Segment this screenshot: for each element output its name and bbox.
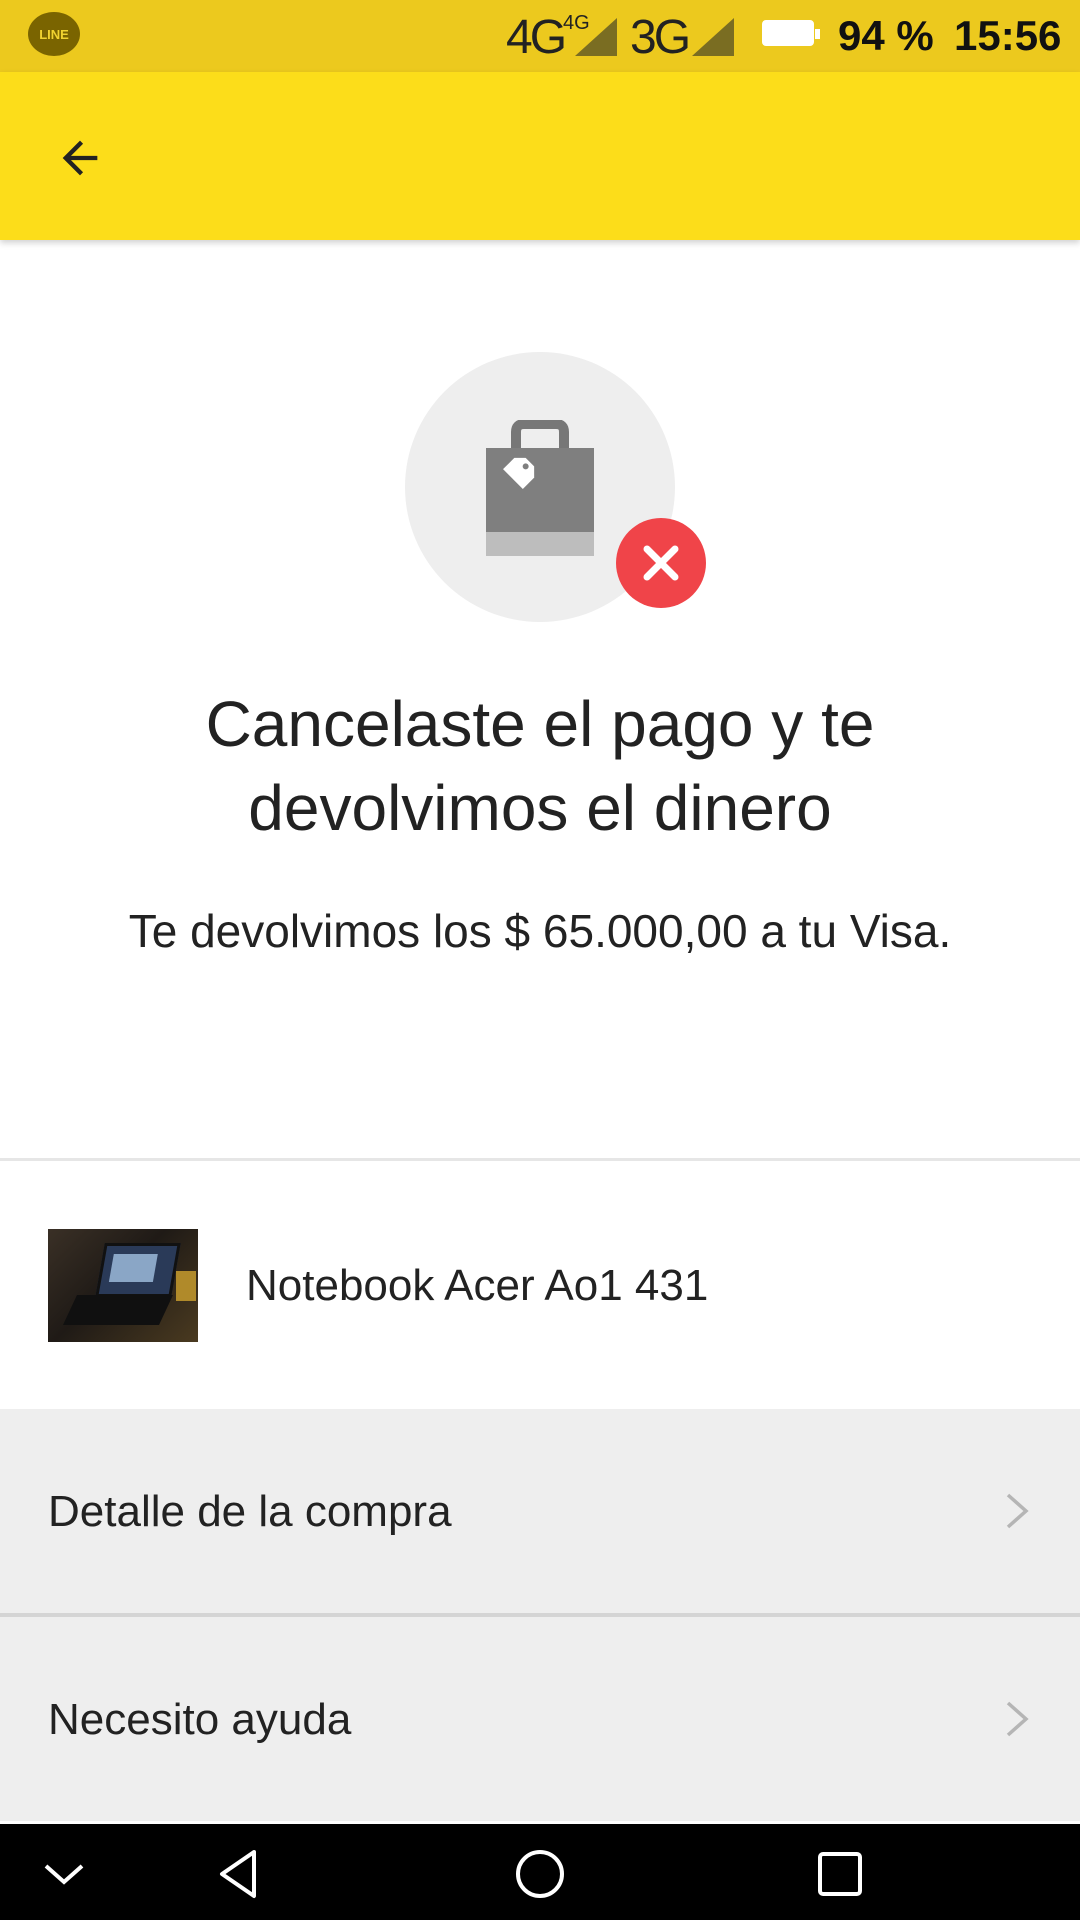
help-label: Necesito ayuda <box>48 1695 352 1744</box>
battery-icon <box>762 20 820 46</box>
network-3g-label: 3G <box>630 11 691 64</box>
system-nav-bar <box>0 1824 1080 1920</box>
clock: 15:56 <box>954 12 1062 59</box>
arrow-back-icon <box>62 140 98 176</box>
purchase-detail-button[interactable]: Detalle de la compra <box>0 1409 1080 1613</box>
page-title: Cancelaste el pago y te devolvimos el di… <box>205 688 875 844</box>
line-icon-label: LINE <box>39 26 69 42</box>
laptop-photo <box>48 1229 198 1342</box>
hide-keyboard-icon[interactable] <box>32 1842 96 1906</box>
purchase-detail-label: Detalle de la compra <box>48 1487 452 1536</box>
battery-percent: 94 % <box>838 12 934 59</box>
chevron-right-icon <box>1006 1701 1029 1737</box>
refund-message: Te devolvimos los $ 65.000,00 a tu Visa. <box>128 905 952 957</box>
status-bar: LINE 4G 4G 3G 94 % 15:56 <box>0 0 1080 72</box>
shopping-bag-icon <box>486 420 594 556</box>
close-icon <box>643 545 679 581</box>
help-button[interactable]: Necesito ayuda <box>0 1617 1080 1821</box>
item-name: Notebook Acer Ao1 431 <box>246 1261 709 1310</box>
back-triangle-icon[interactable] <box>208 1842 272 1906</box>
home-circle-icon[interactable] <box>508 1842 572 1906</box>
error-badge <box>616 518 706 608</box>
back-button[interactable] <box>40 118 120 198</box>
signal-strength-icon <box>575 18 617 56</box>
line-icon: LINE <box>28 12 80 56</box>
network-4g-label: 4G <box>506 11 567 64</box>
chevron-right-icon <box>1006 1493 1029 1529</box>
recents-square-icon[interactable] <box>808 1842 872 1906</box>
app-bar <box>0 72 1080 240</box>
signal-strength-icon <box>692 18 734 56</box>
purchase-item-row: Notebook Acer Ao1 431 <box>0 1161 1080 1409</box>
